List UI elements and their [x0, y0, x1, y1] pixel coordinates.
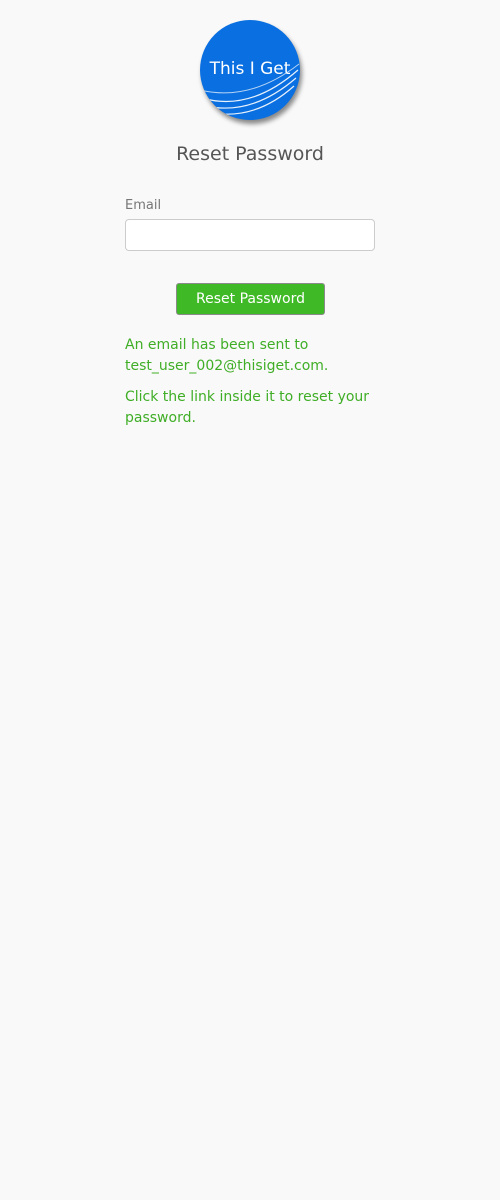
reset-instructions-message: Click the link inside it to reset your p…: [125, 389, 370, 426]
email-field[interactable]: [125, 219, 375, 251]
reset-password-page: This I Get Reset Password Email Reset Pa…: [0, 0, 500, 1200]
email-sent-message: An email has been sent to test_user_002@…: [125, 335, 375, 377]
page-title: Reset Password: [176, 143, 324, 165]
reset-password-button[interactable]: Reset Password: [176, 283, 325, 315]
app-logo: This I Get: [200, 20, 300, 120]
email-sent-prefix: An email has been sent to: [125, 337, 309, 353]
logo-text: This I Get: [209, 59, 291, 79]
email-label: Email: [125, 198, 162, 213]
email-sent-address: test_user_002@thisiget.com.: [125, 358, 329, 374]
